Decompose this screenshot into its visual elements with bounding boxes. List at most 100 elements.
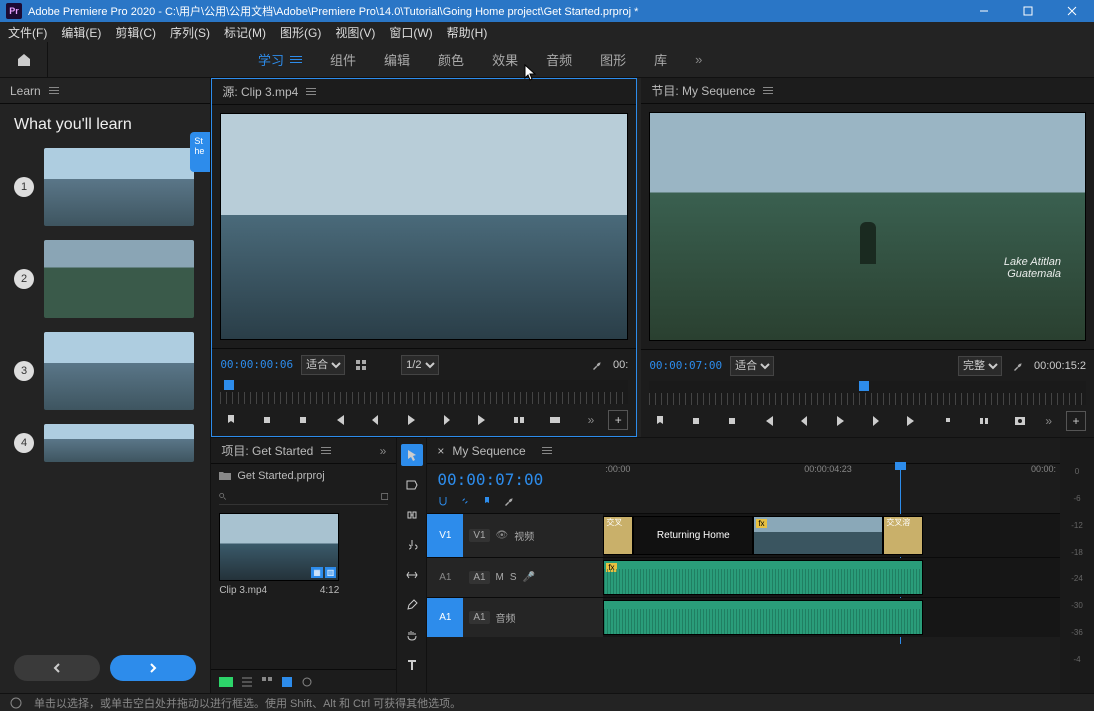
timeline-ruler[interactable]: :00:00 00:00:04:23 00:00:: [603, 464, 1060, 482]
lift-icon[interactable]: [937, 410, 959, 432]
close-button[interactable]: [1050, 0, 1094, 22]
workspace-tab-editing[interactable]: 编辑: [384, 50, 410, 69]
menu-file[interactable]: 文件(F): [8, 24, 47, 41]
razor-tool[interactable]: [401, 534, 423, 556]
source-timecode[interactable]: 00:00:00:06: [220, 358, 293, 371]
track-header-v1[interactable]: V1👁视频: [463, 514, 603, 557]
search-input[interactable]: [233, 490, 375, 502]
out-point-icon[interactable]: [721, 410, 743, 432]
source-patch-a1[interactable]: A1: [427, 558, 463, 597]
track-header-a1b[interactable]: A1音频: [463, 598, 603, 637]
panel-menu-icon[interactable]: [542, 447, 552, 454]
lesson-item[interactable]: 2: [14, 240, 196, 318]
hint-pill[interactable]: St he: [190, 132, 210, 172]
program-timecode[interactable]: 00:00:07:00: [649, 359, 722, 372]
project-search[interactable]: [219, 488, 388, 505]
linked-selection-icon[interactable]: [459, 495, 471, 507]
pen-tool[interactable]: [401, 594, 423, 616]
menu-graphics[interactable]: 图形(G): [280, 24, 321, 41]
workspace-overflow[interactable]: »: [695, 52, 702, 67]
hand-tool[interactable]: [401, 624, 423, 646]
workspace-tab-effects[interactable]: 效果: [492, 50, 518, 69]
project-panel-tab[interactable]: 项目: Get Started»: [211, 438, 396, 464]
step-fwd-icon[interactable]: [865, 410, 887, 432]
panel-overflow[interactable]: »: [380, 444, 387, 458]
home-button[interactable]: [0, 42, 48, 78]
in-point-icon[interactable]: [685, 410, 707, 432]
marker-add-icon[interactable]: [481, 495, 493, 507]
transition-clip[interactable]: 交叉: [603, 516, 633, 555]
marker-icon[interactable]: [649, 410, 671, 432]
wrench-icon[interactable]: [1010, 358, 1026, 374]
export-frame-icon[interactable]: [1009, 410, 1031, 432]
list-view-icon[interactable]: [241, 676, 253, 688]
video-clip[interactable]: fx: [753, 516, 883, 555]
out-point-icon[interactable]: [292, 409, 314, 431]
prev-button[interactable]: [14, 655, 100, 681]
minimize-button[interactable]: [962, 0, 1006, 22]
settings-icon[interactable]: [503, 495, 515, 507]
freeform-view-icon[interactable]: [281, 676, 293, 688]
panel-menu-icon[interactable]: [321, 447, 331, 454]
audio-lane[interactable]: [603, 598, 1060, 637]
button-editor-icon[interactable]: +: [608, 410, 628, 430]
source-patch-a1b[interactable]: A1: [427, 598, 463, 637]
go-to-out-icon[interactable]: [472, 409, 494, 431]
menu-help[interactable]: 帮助(H): [447, 24, 488, 41]
workspace-tab-graphics[interactable]: 图形: [600, 50, 626, 69]
filter-icon[interactable]: [381, 491, 389, 502]
workspace-tab-audio[interactable]: 音频: [546, 50, 572, 69]
step-fwd-icon[interactable]: [436, 409, 458, 431]
marker-icon[interactable]: [220, 409, 242, 431]
transport-overflow[interactable]: »: [588, 413, 595, 427]
workspace-tab-assembly[interactable]: 组件: [330, 50, 356, 69]
audio-clip[interactable]: [603, 600, 923, 635]
snap-icon[interactable]: [437, 495, 449, 507]
workspace-tab-libraries[interactable]: 库: [654, 50, 667, 69]
grid-icon[interactable]: [353, 357, 369, 373]
hamburger-icon[interactable]: [290, 56, 302, 63]
project-clip[interactable]: ▦▥ Clip 3.mp44:12: [219, 513, 339, 596]
video-lane[interactable]: 交叉 Returning Home fx 交叉溶: [603, 514, 1060, 557]
learn-panel-tab[interactable]: Learn: [0, 78, 210, 104]
fit-select[interactable]: 适合: [301, 355, 345, 375]
panel-menu-icon[interactable]: [763, 87, 773, 94]
panel-menu-icon[interactable]: [306, 88, 316, 95]
track-header-a1[interactable]: A1MS🎤: [463, 558, 603, 597]
transition-clip[interactable]: 交叉溶: [883, 516, 923, 555]
menu-marker[interactable]: 标记(M): [224, 24, 266, 41]
timeline-panel-tab[interactable]: × My Sequence: [427, 438, 1060, 464]
play-icon[interactable]: [829, 410, 851, 432]
icon-view-icon[interactable]: [261, 676, 273, 688]
program-ruler[interactable]: [649, 381, 1086, 405]
track-select-tool[interactable]: [401, 474, 423, 496]
ripple-edit-tool[interactable]: [401, 504, 423, 526]
insert-clip-icon[interactable]: [508, 409, 530, 431]
selection-tool[interactable]: [401, 444, 423, 466]
resolution-select[interactable]: 1/2: [401, 355, 439, 375]
zoom-slider-icon[interactable]: [301, 676, 313, 688]
maximize-button[interactable]: [1006, 0, 1050, 22]
in-point-icon[interactable]: [256, 409, 278, 431]
source-panel-tab[interactable]: 源: Clip 3.mp4: [212, 79, 636, 105]
overwrite-clip-icon[interactable]: [544, 409, 566, 431]
step-back-icon[interactable]: [364, 409, 386, 431]
button-editor-icon[interactable]: +: [1066, 411, 1086, 431]
program-panel-tab[interactable]: 节目: My Sequence: [641, 78, 1094, 104]
extract-icon[interactable]: [973, 410, 995, 432]
fit-select[interactable]: 适合: [730, 356, 774, 376]
insert-icon[interactable]: [377, 357, 393, 373]
title-clip[interactable]: Returning Home: [633, 516, 753, 555]
play-icon[interactable]: [400, 409, 422, 431]
next-button[interactable]: [110, 655, 196, 681]
transport-overflow[interactable]: »: [1045, 414, 1052, 428]
workspace-tab-color[interactable]: 颜色: [438, 50, 464, 69]
lesson-item[interactable]: 1: [14, 148, 196, 226]
go-to-in-icon[interactable]: [757, 410, 779, 432]
quality-select[interactable]: 完整: [958, 356, 1002, 376]
workspace-tab-learn[interactable]: 学习: [258, 50, 302, 69]
wrench-icon[interactable]: [589, 357, 605, 373]
audio-lane[interactable]: fx: [603, 558, 1060, 597]
timeline-timecode[interactable]: 00:00:07:00: [437, 470, 593, 489]
menu-window[interactable]: 窗口(W): [389, 24, 432, 41]
